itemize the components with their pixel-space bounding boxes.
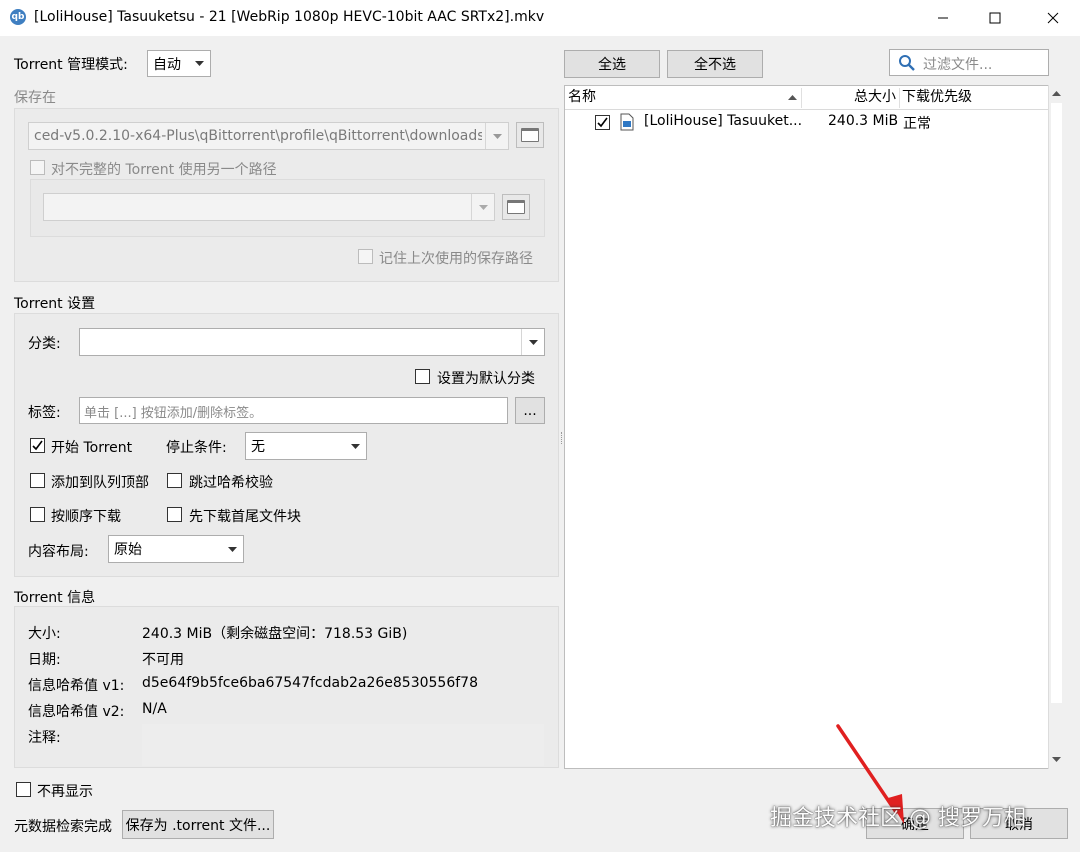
file-priority: 正常 [903,116,931,132]
dont-show-again-checkbox[interactable] [16,782,31,797]
default-category-label: 设置为默认分类 [437,371,535,387]
save-path-select[interactable]: ced-v5.0.2.10-x64-Plus\qBittorrent\profi… [28,122,509,150]
start-torrent-checkbox[interactable] [30,438,45,453]
comment-value [142,724,544,766]
first-last-piece-checkbox[interactable] [167,507,182,522]
file-tree-scrollbar[interactable] [1048,85,1064,769]
sort-ascending-icon [788,95,797,100]
remember-path-label: 记住上次使用的保存路径 [379,251,533,267]
chevron-down-icon [521,329,544,355]
save-torrent-file-button[interactable]: 保存为 .torrent 文件... [122,810,274,839]
skip-hash-checkbox[interactable] [167,473,182,488]
chevron-down-icon [485,123,508,149]
start-torrent-label: 开始 Torrent [51,440,133,456]
info-hash-v2-value: N/A [142,701,167,717]
filter-placeholder: 过滤文件... [923,57,993,73]
management-mode-value: 自动 [153,56,181,73]
date-value: 不可用 [142,652,184,668]
content-layout-value: 原始 [114,542,142,558]
content-layout-select[interactable]: 原始 [108,535,244,563]
folder-icon [521,128,539,142]
checkmark-icon [597,117,608,128]
chevron-down-icon [221,536,243,562]
file-tree-header: 名称 总大小 下载优先级 [565,86,1049,110]
filter-files-input[interactable]: 过滤文件... [889,49,1049,76]
management-mode-label: Torrent 管理模式: [14,57,128,73]
stop-condition-value: 无 [251,439,265,455]
browse-incomplete-path-button[interactable] [502,194,530,220]
edit-tags-button[interactable]: ... [515,397,545,424]
folder-icon [507,200,525,214]
file-checkbox[interactable] [595,115,610,130]
minimize-button[interactable] [918,0,968,36]
add-to-top-checkbox[interactable] [30,473,45,488]
select-none-button[interactable]: 全不选 [667,50,763,78]
metadata-status: 元数据检索完成 [14,819,112,835]
torrent-info-title: Torrent 信息 [14,590,96,606]
file-tree[interactable]: 名称 总大小 下载优先级 [LoliHouse] Tasuuket... 240… [564,85,1050,769]
stop-condition-select[interactable]: 无 [245,432,367,460]
maximize-icon [989,12,1001,24]
tags-placeholder: 单击 [...] 按钮添加/删除标签。 [84,406,263,421]
torrent-settings-title: Torrent 设置 [14,296,96,312]
maximize-button[interactable] [970,0,1020,36]
tags-label: 标签: [28,405,61,421]
save-in-label: 保存在 [14,90,56,106]
window-title: [LoliHouse] Tasuuketsu - 21 [WebRip 1080… [34,9,545,25]
incomplete-path-select[interactable] [43,193,495,221]
title-bar: qb [LoliHouse] Tasuuketsu - 21 [WebRip 1… [0,0,1080,36]
content-layout-label: 内容布局: [28,544,89,560]
info-hash-v1-label: 信息哈希值 v1: [28,678,125,694]
dont-show-again-label: 不再显示 [37,784,93,800]
size-value: 240.3 MiB（剩余磁盘空间：718.53 GiB) [142,626,408,642]
column-priority[interactable]: 下载优先级 [902,86,972,109]
column-separator[interactable] [801,88,802,108]
category-label: 分类: [28,336,61,352]
sequential-download-label: 按顺序下载 [51,509,121,525]
file-row[interactable]: [LoliHouse] Tasuuket... 240.3 MiB 正常 [565,110,1049,134]
save-path-value: ced-v5.0.2.10-x64-Plus\qBittorrent\profi… [34,128,482,144]
first-last-piece-label: 先下载首尾文件块 [189,509,301,525]
info-hash-v1-value: d5e64f9b5fce6ba67547fcdab2a26e8530556f78 [142,675,478,691]
search-icon [899,55,915,71]
date-label: 日期: [28,652,61,668]
default-category-checkbox[interactable] [415,369,430,384]
stop-condition-label: 停止条件: [166,440,227,456]
scroll-up-icon[interactable] [1052,91,1061,96]
column-name[interactable]: 名称 [568,86,596,109]
chevron-down-icon [188,51,210,76]
file-name: [LoliHouse] Tasuuket... [644,113,803,129]
comment-label: 注释: [28,730,61,746]
use-other-path-checkbox[interactable] [30,160,45,175]
chevron-down-icon [344,433,366,459]
browse-save-path-button[interactable] [516,122,544,148]
close-window-button[interactable] [1028,0,1078,36]
skip-hash-label: 跳过哈希校验 [189,475,273,491]
qbittorrent-app-icon: qb [10,9,26,25]
use-other-path-label: 对不完整的 Torrent 使用另一个路径 [51,162,277,178]
info-hash-v2-label: 信息哈希值 v2: [28,704,125,720]
scroll-down-icon[interactable] [1052,757,1061,762]
column-separator[interactable] [899,88,900,108]
add-to-top-label: 添加到队列顶部 [51,475,149,491]
tags-input[interactable]: 单击 [...] 按钮添加/删除标签。 [79,397,508,424]
select-all-button[interactable]: 全选 [564,50,660,78]
video-file-icon [620,113,634,131]
scrollbar-thumb[interactable] [1051,103,1062,703]
watermark-text: 掘金技术社区 @ 搜罗万相 [770,806,1026,831]
management-mode-select[interactable]: 自动 [147,50,211,77]
close-icon [1047,12,1059,24]
column-total-size[interactable]: 总大小 [854,86,896,109]
minimize-icon [938,17,948,19]
file-size: 240.3 MiB [828,113,899,129]
checkmark-icon [32,440,43,451]
chevron-down-icon [471,194,494,220]
category-select[interactable] [79,328,545,356]
size-label: 大小: [28,626,61,642]
remember-path-checkbox[interactable] [358,249,373,264]
sequential-download-checkbox[interactable] [30,507,45,522]
